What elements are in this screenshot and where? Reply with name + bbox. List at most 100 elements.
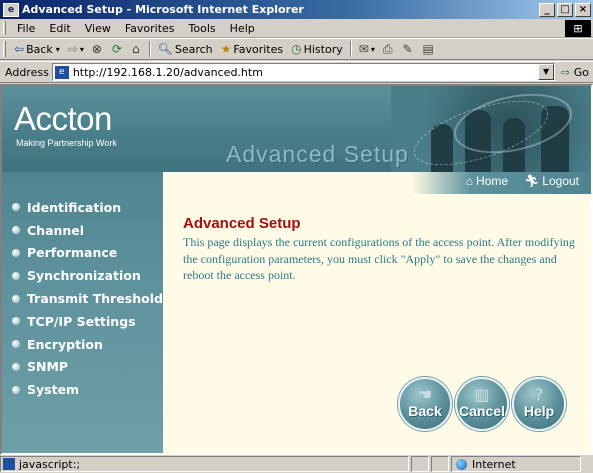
resize-grip[interactable] xyxy=(581,456,593,472)
menu-file[interactable]: File xyxy=(10,22,42,35)
minimize-button[interactable]: _ xyxy=(539,2,555,17)
sidebar-item-label: SNMP xyxy=(27,359,69,375)
home-link-label: Home xyxy=(476,174,509,188)
go-arrow-icon: ⇨ xyxy=(561,65,571,79)
mail-icon: ✉ xyxy=(358,42,369,56)
menu-tools[interactable]: Tools xyxy=(182,22,223,35)
sidebar-item-label: TCP/IP Settings xyxy=(27,313,136,329)
menu-edit[interactable]: Edit xyxy=(42,22,77,35)
running-man-icon: 🏃︎ xyxy=(524,174,540,188)
status-text: javascript:; xyxy=(19,457,81,471)
edit-icon: ✎ xyxy=(402,42,413,56)
refresh-button[interactable]: ⟳ xyxy=(108,42,128,56)
security-zone: Internet xyxy=(451,456,581,472)
stop-button[interactable]: ⊗ xyxy=(88,42,108,56)
trash-icon: ▥ xyxy=(474,385,490,404)
refresh-icon: ⟳ xyxy=(111,42,122,56)
sidebar: Identification Channel Performance Synch… xyxy=(2,172,163,453)
back-button[interactable]: ⇦ Back ▾ xyxy=(10,42,64,56)
sidebar-item-transmit-threshold[interactable]: Transmit Threshold xyxy=(2,287,163,310)
sidebar-item-identification[interactable]: Identification xyxy=(2,196,163,219)
sidebar-item-tcpip-settings[interactable]: TCP/IP Settings xyxy=(2,310,163,333)
home-icon: ⌂ xyxy=(132,42,140,56)
address-input[interactable]: e http://192.168.1.20/advanced.htm ▼ xyxy=(51,63,556,81)
question-icon: ? xyxy=(534,385,544,404)
sidebar-item-system[interactable]: System xyxy=(2,378,163,401)
search-label: Search xyxy=(174,42,213,56)
favorites-label: Favorites xyxy=(233,42,284,56)
windows-logo-icon: ⊞ xyxy=(565,20,591,37)
forward-dropdown-icon[interactable]: ▾ xyxy=(80,45,84,54)
sidebar-item-channel[interactable]: Channel xyxy=(2,219,163,242)
back-dropdown-icon[interactable]: ▾ xyxy=(56,45,60,54)
bullet-icon xyxy=(12,340,20,349)
print-icon: ⎙ xyxy=(382,41,393,56)
page-icon: e xyxy=(54,65,69,79)
header-banner: Accton Making Partnership Work Advanced … xyxy=(2,86,591,172)
status-text-panel: javascript:; xyxy=(0,456,409,472)
discuss-icon: ▤ xyxy=(422,42,434,56)
status-bar: javascript:; Internet xyxy=(0,455,593,473)
top-link-bar: ⌂ Home 🏃︎ Logout xyxy=(163,172,591,194)
menubar-grip xyxy=(3,21,6,35)
edit-button[interactable]: ✎ xyxy=(398,42,418,56)
maximize-button[interactable]: □ xyxy=(557,2,573,17)
logout-link[interactable]: 🏃︎ Logout xyxy=(524,174,579,188)
back-page-button[interactable]: ☚ Back xyxy=(398,377,452,431)
menu-help[interactable]: Help xyxy=(223,22,262,35)
home-link[interactable]: ⌂ Home xyxy=(466,174,508,188)
go-label: Go xyxy=(573,65,589,79)
go-button[interactable]: ⇨ Go xyxy=(555,66,593,79)
back-arrow-icon: ⇦ xyxy=(14,42,25,56)
bullet-icon xyxy=(12,317,20,326)
sidebar-item-synchronization[interactable]: Synchronization xyxy=(2,264,163,287)
window-title: Advanced Setup - Microsoft Internet Expl… xyxy=(22,3,304,16)
sidebar-item-performance[interactable]: Performance xyxy=(2,242,163,265)
bullet-icon xyxy=(12,385,20,394)
mail-button[interactable]: ✉ ▾ xyxy=(355,42,379,56)
page-icon xyxy=(3,458,15,470)
forward-arrow-icon: ⇨ xyxy=(67,42,78,56)
back-label: Back xyxy=(26,42,53,56)
sidebar-item-snmp[interactable]: SNMP xyxy=(2,356,163,379)
search-button[interactable]: 🔍︎ Search xyxy=(154,42,217,56)
address-dropdown-icon[interactable]: ▼ xyxy=(538,64,555,80)
toolbar-separator xyxy=(148,41,151,57)
sidebar-nav: Identification Channel Performance Synch… xyxy=(2,196,163,401)
sidebar-item-label: Transmit Threshold xyxy=(27,291,163,307)
bullet-icon xyxy=(12,362,20,371)
history-button[interactable]: ◷ History xyxy=(287,42,347,56)
mail-dropdown-icon[interactable]: ▾ xyxy=(371,45,375,54)
ie-icon: e xyxy=(3,2,19,17)
forward-button[interactable]: ⇨ ▾ xyxy=(64,42,88,56)
cancel-button[interactable]: ▥ Cancel xyxy=(455,377,509,431)
help-button[interactable]: ? Help xyxy=(512,377,566,431)
top-links: ⌂ Home 🏃︎ Logout xyxy=(466,174,579,188)
address-label: Address xyxy=(5,65,49,79)
menu-favorites[interactable]: Favorites xyxy=(118,22,182,35)
menu-view[interactable]: View xyxy=(78,22,118,35)
stop-icon: ⊗ xyxy=(91,42,102,56)
print-button[interactable]: ⎙ xyxy=(379,42,399,57)
home-icon: ⌂ xyxy=(465,174,474,188)
sidebar-item-encryption[interactable]: Encryption xyxy=(2,333,163,356)
toolbar-grip xyxy=(3,41,6,57)
logout-link-label: Logout xyxy=(542,174,579,188)
page-title: Advanced Setup xyxy=(183,215,301,232)
window-titlebar: e Advanced Setup - Microsoft Internet Ex… xyxy=(0,0,593,19)
home-button[interactable]: ⌂ xyxy=(128,42,146,56)
history-icon: ◷ xyxy=(291,42,302,56)
cancel-label: Cancel xyxy=(459,403,505,419)
hand-icon: ☚ xyxy=(417,385,433,404)
sidebar-item-label: Synchronization xyxy=(27,268,141,284)
page-content: Accton Making Partnership Work Advanced … xyxy=(0,84,593,455)
discuss-button[interactable]: ▤ xyxy=(419,42,440,56)
page-description: This page displays the current configura… xyxy=(183,235,575,282)
close-button[interactable]: × xyxy=(575,2,591,17)
sidebar-item-label: Identification xyxy=(27,199,122,215)
globe-icon xyxy=(456,458,467,470)
menu-bar: File Edit View Favorites Tools Help ⊞ xyxy=(0,19,593,38)
back-page-label: Back xyxy=(408,403,442,419)
bullet-icon xyxy=(12,294,20,303)
favorites-button[interactable]: ★ Favorites xyxy=(217,42,287,56)
